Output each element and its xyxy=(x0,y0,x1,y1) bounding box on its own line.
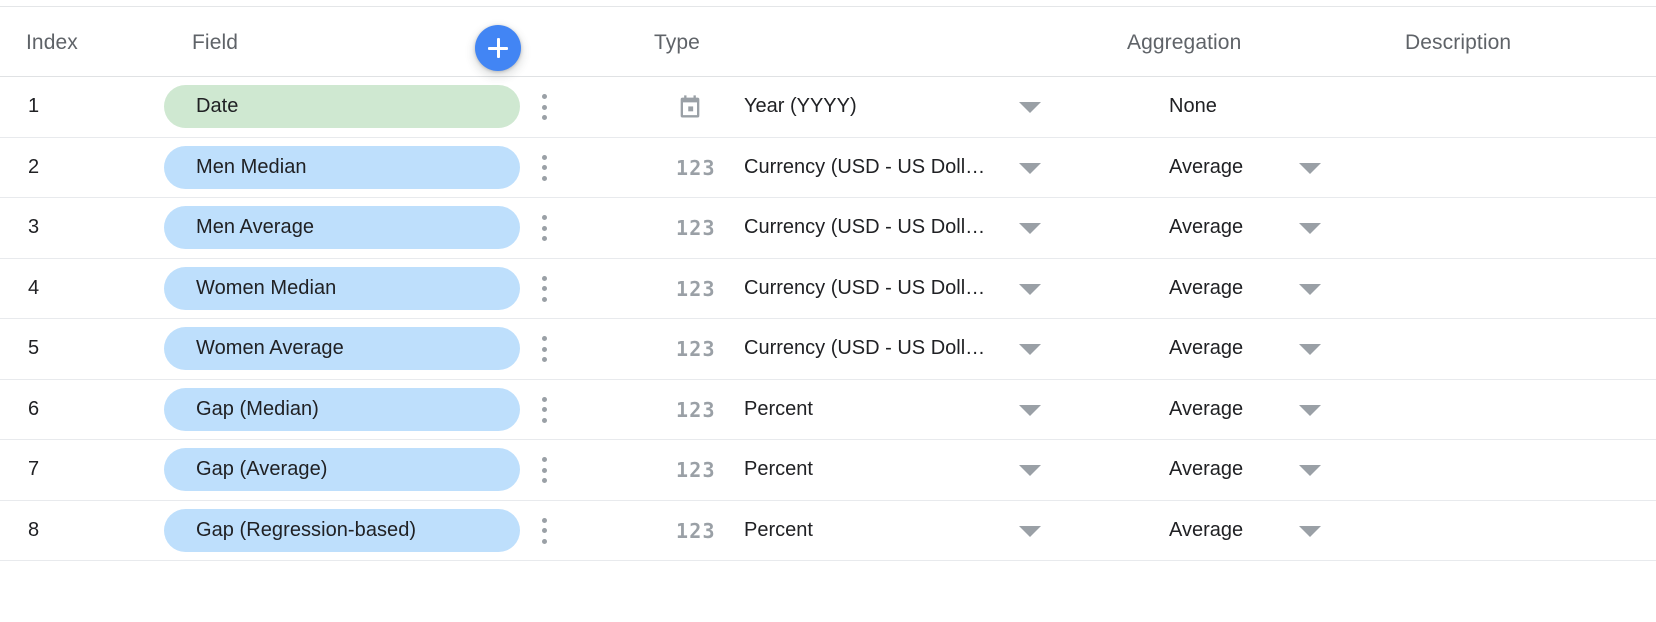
aggregation-dropdown-caret-icon[interactable] xyxy=(1299,283,1321,295)
type-value[interactable]: Currency (USD - US Doll… xyxy=(744,319,985,379)
type-value[interactable]: Currency (USD - US Doll… xyxy=(744,198,985,258)
row-index: 3 xyxy=(28,216,40,238)
numeric-123-icon: 123 xyxy=(676,458,716,482)
more-vert-icon[interactable] xyxy=(534,152,554,184)
numeric-123-icon: 123 xyxy=(676,276,716,301)
aggregation-dropdown-caret-icon[interactable] xyxy=(1299,162,1321,174)
more-vert-icon[interactable] xyxy=(534,273,554,305)
field-name-label: Gap (Regression-based) xyxy=(196,518,417,541)
numeric-123-icon: 123 xyxy=(676,518,716,543)
table-row: 5 Women Average 123 Currency (USD - US Doll… xyxy=(0,319,1656,380)
add-field-button[interactable] xyxy=(475,25,521,71)
aggregation-dropdown-caret-icon[interactable] xyxy=(1299,344,1321,355)
more-vert-icon[interactable] xyxy=(534,515,554,547)
table-row: 7 Gap (Average) 123 Percent Average xyxy=(0,440,1656,501)
field-name-label: Men Median xyxy=(196,155,307,178)
fields-table: Index Field Type Aggregation Description… xyxy=(0,6,1656,561)
field-name-chip[interactable]: Women Average xyxy=(164,327,520,370)
table-row: 1 Date Year (YYYY) None xyxy=(0,77,1656,138)
aggregation-value[interactable]: None xyxy=(1169,77,1217,137)
column-header-type: Type xyxy=(654,31,700,54)
field-name-label: Men Average xyxy=(196,216,315,238)
field-name-chip[interactable]: Men Average xyxy=(164,206,520,249)
aggregation-dropdown-caret-icon[interactable] xyxy=(1299,404,1321,416)
more-vert-icon[interactable] xyxy=(534,212,554,244)
type-dropdown-caret-icon[interactable] xyxy=(1019,102,1041,113)
aggregation-value[interactable]: Average xyxy=(1169,319,1243,379)
type-value[interactable]: Percent xyxy=(744,440,813,500)
aggregation-value[interactable]: Average xyxy=(1169,501,1243,561)
type-value[interactable]: Percent xyxy=(744,380,813,440)
row-index: 5 xyxy=(28,337,40,359)
type-dropdown-caret-icon[interactable] xyxy=(1019,525,1041,537)
column-header-description: Description xyxy=(1405,31,1512,54)
plus-icon xyxy=(488,38,508,58)
aggregation-value[interactable]: Average xyxy=(1169,440,1243,500)
field-name-label: Gap (Average) xyxy=(196,458,328,480)
row-index: 1 xyxy=(28,95,40,117)
field-name-label: Date xyxy=(196,95,239,117)
table-row: 4 Women Median 123 Currency (USD - US Doll…… xyxy=(0,259,1656,319)
field-name-label: Gap (Median) xyxy=(196,397,319,420)
numeric-123-icon: 123 xyxy=(676,337,716,361)
more-vert-icon[interactable] xyxy=(534,91,554,123)
type-value[interactable]: Currency (USD - US Doll… xyxy=(744,138,985,198)
type-value[interactable]: Currency (USD - US Doll… xyxy=(744,259,985,319)
table-row: 8 Gap (Regression-based) 123 Percent Average xyxy=(0,501,1656,561)
table-row: 6 Gap (Median) 123 Percent Average xyxy=(0,380,1656,440)
aggregation-dropdown-caret-icon[interactable] xyxy=(1299,525,1321,537)
row-index: 6 xyxy=(28,397,40,420)
calendar-icon xyxy=(676,93,716,121)
table-header-row: Index Field Type Aggregation Description xyxy=(0,6,1656,77)
type-dropdown-caret-icon[interactable] xyxy=(1019,283,1041,295)
aggregation-dropdown-caret-icon[interactable] xyxy=(1299,223,1321,234)
aggregation-value[interactable]: Average xyxy=(1169,380,1243,440)
aggregation-value[interactable]: Average xyxy=(1169,259,1243,319)
type-dropdown-caret-icon[interactable] xyxy=(1019,162,1041,174)
row-index: 7 xyxy=(28,458,40,480)
numeric-123-icon: 123 xyxy=(676,397,716,422)
type-dropdown-caret-icon[interactable] xyxy=(1019,404,1041,416)
field-name-chip[interactable]: Gap (Average) xyxy=(164,448,520,491)
row-index: 8 xyxy=(28,518,40,541)
more-vert-icon[interactable] xyxy=(534,394,554,426)
type-dropdown-caret-icon[interactable] xyxy=(1019,344,1041,355)
field-name-label: Women Average xyxy=(196,337,344,359)
column-header-index: Index xyxy=(26,31,78,54)
field-name-chip[interactable]: Women Median xyxy=(164,266,520,310)
column-header-aggregation: Aggregation xyxy=(1127,31,1242,54)
type-dropdown-caret-icon[interactable] xyxy=(1019,465,1041,476)
type-value[interactable]: Year (YYYY) xyxy=(744,77,857,137)
row-index: 2 xyxy=(28,155,40,178)
table-row: 2 Men Median 123 Currency (USD - US Doll… Av… xyxy=(0,138,1656,198)
aggregation-value[interactable]: Average xyxy=(1169,198,1243,258)
more-vert-icon[interactable] xyxy=(534,333,554,365)
type-dropdown-caret-icon[interactable] xyxy=(1019,223,1041,234)
numeric-123-icon: 123 xyxy=(676,155,716,180)
type-value[interactable]: Percent xyxy=(744,501,813,561)
field-name-chip[interactable]: Gap (Median) xyxy=(164,387,520,431)
field-name-label: Women Median xyxy=(196,276,337,299)
aggregation-dropdown-caret-icon[interactable] xyxy=(1299,465,1321,476)
table-body: 1 Date Year (YYYY) None 2 Men Median 123 Curren… xyxy=(0,77,1656,561)
field-name-chip[interactable]: Date xyxy=(164,85,520,128)
more-vert-icon[interactable] xyxy=(534,454,554,486)
field-name-chip[interactable]: Gap (Regression-based) xyxy=(164,508,520,552)
aggregation-value[interactable]: Average xyxy=(1169,138,1243,198)
field-name-chip[interactable]: Men Median xyxy=(164,145,520,189)
table-row: 3 Men Average 123 Currency (USD - US Doll… A… xyxy=(0,198,1656,259)
column-header-field: Field xyxy=(192,31,239,54)
row-index: 4 xyxy=(28,276,40,299)
numeric-123-icon: 123 xyxy=(676,216,716,240)
